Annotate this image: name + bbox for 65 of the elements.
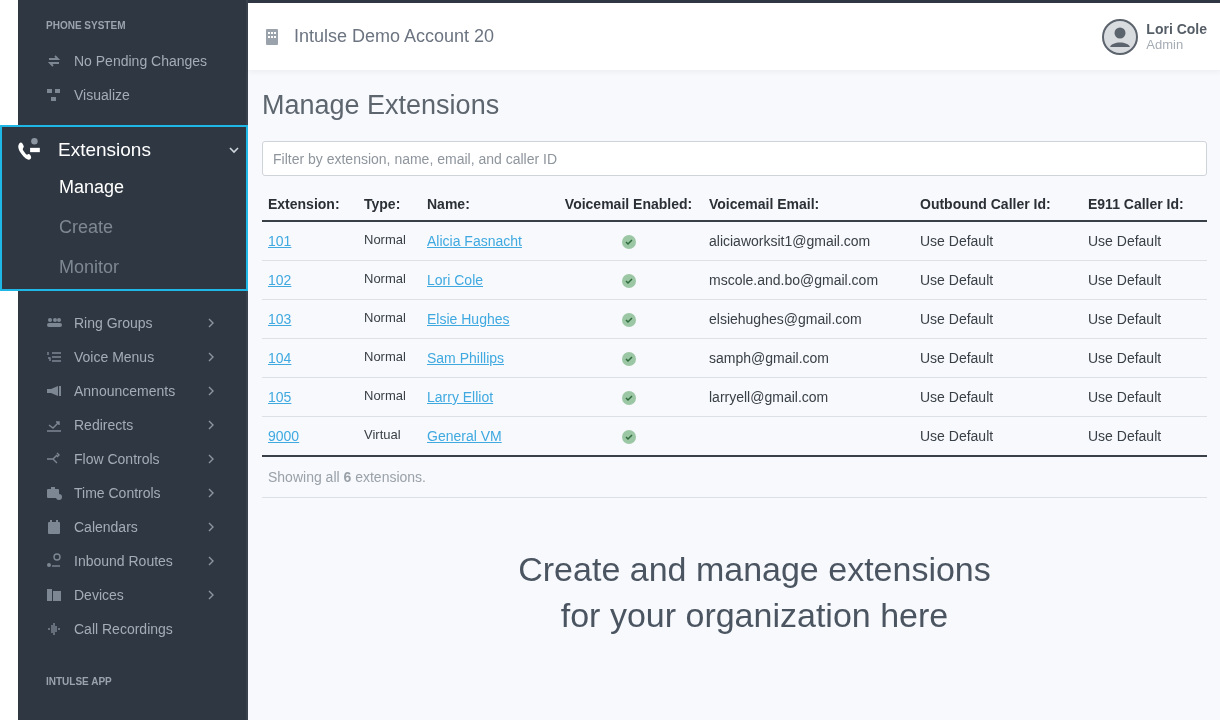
sidebar-item[interactable]: Calendars <box>18 510 246 544</box>
table-cell: Normal <box>358 338 421 378</box>
table-cell: Use Default <box>1088 272 1162 288</box>
section-title: PHONE SYSTEM <box>45 20 127 33</box>
list-icon <box>46 349 62 365</box>
calendar-icon <box>46 519 62 535</box>
table-cell: larryell@gmail.com <box>709 389 829 405</box>
column-header: Extension: <box>262 188 358 221</box>
table-cell: Normal <box>358 299 421 339</box>
table-cell: Normal <box>358 221 421 261</box>
table-cell: Use Default <box>1088 428 1162 444</box>
table-cell: Use Default <box>920 311 994 327</box>
sidebar-item[interactable]: Visualize <box>18 78 246 112</box>
sidebar-item[interactable]: Devices <box>18 578 246 612</box>
building-icon <box>266 28 278 45</box>
submenu-item[interactable]: Manage <box>59 167 125 207</box>
table-cell: Normal <box>358 260 421 300</box>
caret-icon <box>228 144 240 156</box>
sync-icon <box>46 53 62 69</box>
table-cell: mscole.and.bo@gmail.com <box>709 272 879 288</box>
extensions-menu-header[interactable]: Extensions <box>2 133 246 167</box>
table-cell: elsiehughes@gmail.com <box>709 311 862 327</box>
sidebar-item[interactable]: Announcements <box>18 374 246 408</box>
table-cell: aliciaworksit1@gmail.com <box>709 233 871 249</box>
phone-person-icon <box>16 137 42 163</box>
section-title: INTULSE APP <box>45 676 113 689</box>
sidebar-item[interactable]: Inbound Routes <box>18 544 246 578</box>
sidebar-item[interactable]: Time Controls <box>18 476 246 510</box>
sidebar-item[interactable]: No Pending Changes <box>18 44 246 78</box>
table-cell: Use Default <box>920 350 994 366</box>
user-role: Admin <box>1146 37 1185 52</box>
briefcase-icon <box>46 485 62 501</box>
table-cell: Use Default <box>1088 389 1162 405</box>
table-cell: Use Default <box>920 233 994 249</box>
column-header: Voicemail Email: <box>703 188 914 221</box>
table-cell: Use Default <box>920 428 994 444</box>
summary-text: Showing all 6 extensions. <box>262 457 1207 498</box>
submenu-item[interactable]: Monitor <box>59 247 120 287</box>
table-cell: Use Default <box>1088 233 1162 249</box>
table-cell: samph@gmail.com <box>709 350 830 366</box>
column-header: Outbound Caller Id: <box>914 188 1082 221</box>
sidebar-item[interactable]: Call Recordings <box>18 612 246 646</box>
avatar-icon[interactable] <box>1102 18 1139 55</box>
account-name: Intulse Demo Account 20 <box>294 26 496 47</box>
sidebar-item[interactable]: Ring Groups <box>18 306 246 340</box>
table-cell: Use Default <box>1088 350 1162 366</box>
waveform-icon <box>46 621 62 637</box>
sidebar-item[interactable]: Flow Controls <box>18 442 246 476</box>
table-cell: Use Default <box>920 389 994 405</box>
megaphone-icon <box>46 383 62 399</box>
caption-text: Create and manage extensions for your organization here <box>517 549 992 636</box>
column-header: Voicemail Enabled: <box>554 188 703 221</box>
column-header: Type: <box>358 188 421 221</box>
column-header: Name: <box>421 188 554 221</box>
sidebar-item[interactable]: Voice Menus <box>18 340 246 374</box>
submenu-item[interactable]: Create <box>59 207 114 247</box>
table-cell: Use Default <box>1088 311 1162 327</box>
table-cell: Normal <box>358 377 421 417</box>
filter-field[interactable]: Filter by extension, name, email, and caller ID <box>262 141 1207 176</box>
table-cell: Virtual <box>358 416 421 456</box>
page-title: Manage Extensions <box>262 90 501 121</box>
table-cell: Use Default <box>920 272 994 288</box>
column-header: E911 Caller Id: <box>1082 188 1207 221</box>
sidebar-item[interactable]: Redirects <box>18 408 246 442</box>
user-name: Lori Cole <box>1146 21 1207 37</box>
